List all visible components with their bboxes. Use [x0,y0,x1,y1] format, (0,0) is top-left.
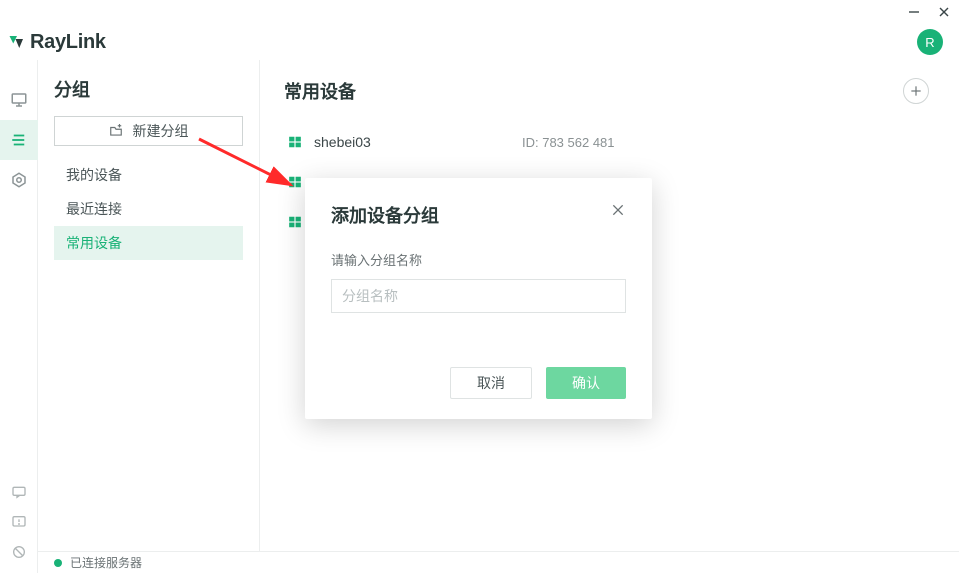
avatar[interactable]: R [917,29,943,55]
app-logo: RayLink [8,31,106,54]
device-name: shebei03 [314,134,522,150]
logo-text: RayLink [30,31,106,54]
nav-list-icon[interactable] [0,120,38,160]
status-dot-icon [54,559,62,567]
nav-monitor-icon[interactable] [0,80,38,120]
sidebar: 分组 新建分组 我的设备 最近连接 常用设备 [38,60,260,573]
sidebar-item-common[interactable]: 常用设备 [54,226,243,260]
sidebar-item-my-devices[interactable]: 我的设备 [54,158,243,192]
windows-icon [288,215,302,229]
sidebar-item-recent[interactable]: 最近连接 [54,192,243,226]
nav-block-icon[interactable] [0,537,38,567]
logo-icon [8,33,26,51]
avatar-letter: R [925,35,934,50]
confirm-button[interactable]: 确认 [546,367,626,399]
group-list: 我的设备 最近连接 常用设备 [54,158,243,260]
new-group-button[interactable]: 新建分组 [54,116,243,146]
sidebar-title: 分组 [54,76,243,102]
window-titlebar [0,0,959,24]
close-button[interactable] [937,5,951,19]
nav-chat-icon[interactable] [0,477,38,507]
folder-plus-icon [109,124,123,138]
minimize-button[interactable] [907,5,921,19]
statusbar: 已连接服务器 [38,551,959,573]
app-header: RayLink R [0,24,959,60]
new-group-label: 新建分组 [133,121,189,141]
group-name-input[interactable] [331,279,626,313]
status-text: 已连接服务器 [70,554,142,571]
windows-icon [288,175,302,189]
nav-settings-icon[interactable] [0,160,38,200]
modal-label: 请输入分组名称 [331,250,626,269]
device-id: ID: 783 562 481 [522,135,615,150]
nav-feedback-icon[interactable] [0,507,38,537]
modal-close-button[interactable] [610,202,626,223]
cancel-button[interactable]: 取消 [450,367,532,399]
content-title: 常用设备 [284,78,356,104]
device-row[interactable]: shebei03 ID: 783 562 481 [284,122,929,162]
add-group-modal: 添加设备分组 请输入分组名称 取消 确认 [305,178,652,419]
nav-iconbar [0,60,38,573]
windows-icon [288,135,302,149]
modal-title: 添加设备分组 [331,202,439,228]
add-device-button[interactable] [903,78,929,104]
